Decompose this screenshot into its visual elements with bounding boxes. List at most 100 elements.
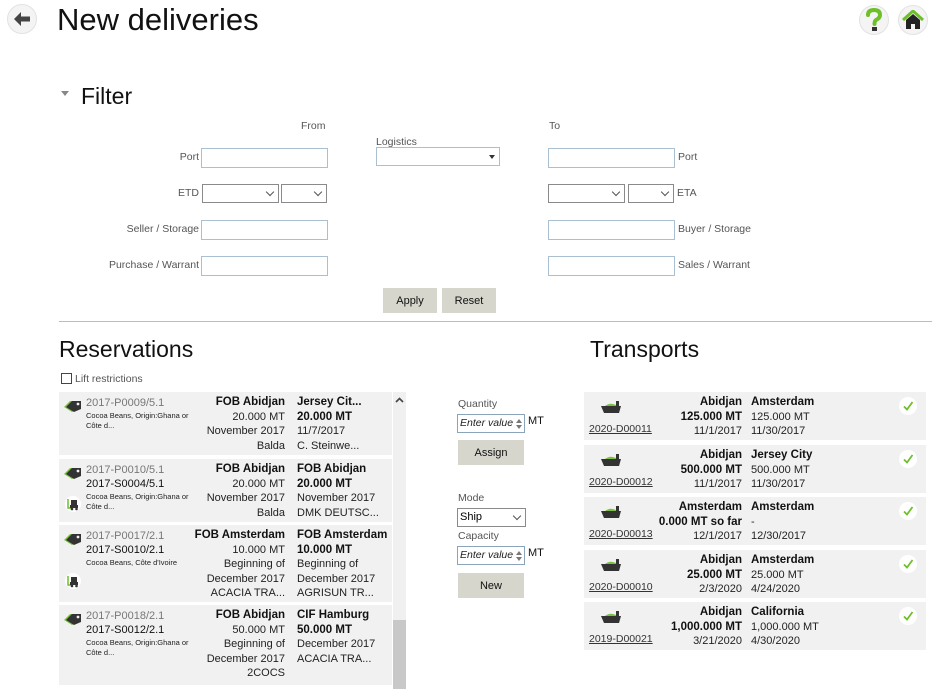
to-line: Amsterdam: [751, 396, 815, 408]
reservation-from: FOB Abidjan 50.000 MT Beginning of December…: [207, 608, 285, 681]
purchase-id: 2017-P0017/2.1: [86, 530, 165, 542]
etd-label: ETD: [178, 187, 199, 199]
sales-warrant-input[interactable]: [548, 256, 675, 276]
from-line: Abidjan: [699, 606, 742, 618]
home-button[interactable]: [898, 5, 928, 35]
apply-button[interactable]: Apply: [383, 288, 437, 313]
to-line: 10.000 MT: [297, 543, 352, 556]
buyer-storage-input[interactable]: [548, 220, 675, 240]
checkmark-icon[interactable]: [899, 555, 917, 573]
chevron-down-icon: [313, 187, 323, 197]
transport-id-link[interactable]: 2019-D00021: [589, 633, 653, 645]
reservation-row[interactable]: 2017-P0010/5.1 2017-S0004/5.1 Cocoa Beans,…: [59, 459, 392, 522]
from-port-input[interactable]: [201, 148, 328, 168]
capacity-input[interactable]: Enter value: [457, 546, 525, 565]
logistics-dropdown[interactable]: [376, 147, 500, 166]
reservation-to: FOB Abidjan 20.000 MT November 2017 DMK DEU…: [297, 462, 379, 520]
etd-year-dropdown[interactable]: [281, 184, 327, 203]
spin-down-icon[interactable]: [516, 425, 522, 429]
tag-icon: [64, 614, 81, 625]
lift-restrictions-label: Lift restrictions: [75, 373, 143, 385]
seller-storage-label: Seller / Storage: [126, 223, 199, 235]
product-description: Cocoa Beans, Origin:Ghana or Côte d...: [86, 411, 189, 430]
forklift-icon: [65, 573, 81, 589]
help-button[interactable]: [859, 5, 889, 35]
transport-row[interactable]: 2019-D00021 Abidjan 1,000.000 MT 3/21/2020 C…: [584, 602, 926, 650]
to-line: 50.000 MT: [297, 623, 352, 636]
purchase-id: 2017-P0009/5.1: [86, 397, 165, 409]
purchase-id: 2017-P0018/2.1: [86, 610, 165, 622]
quantity-label: Quantity: [458, 398, 498, 410]
eta-label: ETA: [677, 187, 697, 199]
sales-id: 2017-S0010/2.1: [86, 544, 165, 556]
transport-from: Amsterdam 0.000 MT so far 12/1/2017: [659, 500, 742, 544]
to-port-input[interactable]: [548, 148, 675, 168]
transport-row[interactable]: 2020-D00012 Abidjan 500.000 MT 11/1/2017 Jer…: [584, 445, 926, 493]
seller-storage-input[interactable]: [201, 220, 328, 240]
chevron-down-icon: [660, 187, 670, 197]
checkmark-icon[interactable]: [899, 450, 917, 468]
mode-dropdown[interactable]: Ship: [457, 508, 526, 527]
product-description: Cocoa Beans, Origin:Ghana or Côte d...: [86, 492, 189, 511]
to-line: Amsterdam: [751, 501, 815, 513]
reservation-from: FOB Amsterdam 10.000 MT Beginning of Decemb…: [195, 528, 285, 601]
transport-row[interactable]: 2020-D00011 Abidjan 125.000 MT 11/1/2017 Ams…: [584, 392, 926, 440]
ship-icon: [601, 506, 621, 518]
purchase-warrant-label: Purchase / Warrant: [108, 259, 199, 271]
quantity-input[interactable]: Enter value: [457, 414, 525, 433]
from-line: Abidjan: [699, 396, 742, 408]
from-line: FOB Abidjan: [215, 463, 285, 475]
to-line: Jersey Cit...: [297, 396, 362, 408]
transport-to: Amsterdam 125.000 MT 11/30/2017: [751, 395, 814, 439]
spin-up-icon[interactable]: [516, 419, 522, 423]
forklift-icon: [65, 496, 81, 512]
from-line: November 2017: [206, 492, 285, 504]
assign-button[interactable]: Assign: [458, 440, 524, 465]
sales-id: 2017-S0004/5.1: [86, 478, 165, 490]
tag-icon: [64, 401, 81, 412]
reservations-title: Reservations: [59, 336, 194, 362]
buyer-storage-label: Buyer / Storage: [678, 223, 751, 235]
from-line: 0.000 MT so far: [658, 515, 742, 528]
transport-from: Abidjan 125.000 MT 11/1/2017: [681, 395, 742, 439]
reservation-row[interactable]: 2017-P0018/2.1 2017-S0012/2.1 Cocoa Beans,…: [59, 605, 392, 685]
from-line: 1,000.000 MT: [671, 620, 742, 633]
eta-year-dropdown[interactable]: [628, 184, 674, 203]
checkmark-icon[interactable]: [899, 397, 917, 415]
scroll-up-icon[interactable]: [394, 395, 405, 405]
eta-month-dropdown[interactable]: [548, 184, 625, 203]
spin-down-icon[interactable]: [516, 557, 522, 561]
chevron-down-icon: [512, 511, 522, 521]
transport-row[interactable]: 2020-D00010 Abidjan 25.000 MT 2/3/2020 Amste…: [584, 550, 926, 598]
to-line: FOB Amsterdam: [297, 529, 388, 541]
reset-button[interactable]: Reset: [442, 288, 496, 313]
from-line: FOB Amsterdam: [194, 529, 285, 541]
reservation-row[interactable]: 2017-P0017/2.1 2017-S0010/2.1 Cocoa Beans,…: [59, 525, 392, 602]
to-line: 11/30/2017: [751, 425, 806, 437]
transport-to: California 1,000.000 MT 4/30/2020: [751, 605, 819, 649]
purchase-warrant-input[interactable]: [201, 256, 328, 276]
spin-up-icon[interactable]: [516, 551, 522, 555]
to-line: -: [751, 515, 755, 528]
etd-month-dropdown[interactable]: [202, 184, 279, 203]
from-line: Abidjan: [699, 554, 742, 566]
checkmark-icon[interactable]: [899, 502, 917, 520]
filter-collapse-toggle[interactable]: [61, 91, 69, 96]
to-line: 4/30/2020: [751, 635, 800, 647]
to-line: FOB Abidjan: [297, 463, 367, 475]
ship-icon: [601, 401, 621, 413]
transport-id-link[interactable]: 2020-D00012: [589, 476, 653, 488]
from-line: 3/21/2020: [693, 635, 742, 647]
lift-restrictions-checkbox[interactable]: [61, 373, 72, 384]
transport-id-link[interactable]: 2020-D00011: [589, 423, 652, 435]
transport-id-link[interactable]: 2020-D00013: [589, 528, 653, 540]
back-button[interactable]: [7, 4, 37, 34]
transport-id-link[interactable]: 2020-D00010: [589, 581, 653, 593]
transport-row[interactable]: 2020-D00013 Amsterdam 0.000 MT so far 12/1/…: [584, 497, 926, 545]
reservation-row[interactable]: 2017-P0009/5.1 Cocoa Beans, Origin:Ghana …: [59, 392, 392, 455]
capacity-label: Capacity: [458, 530, 499, 542]
checkmark-icon[interactable]: [899, 607, 917, 625]
new-transport-button[interactable]: New: [458, 573, 524, 598]
to-heading: To: [549, 120, 561, 132]
reservations-scroll-thumb[interactable]: [393, 620, 406, 689]
